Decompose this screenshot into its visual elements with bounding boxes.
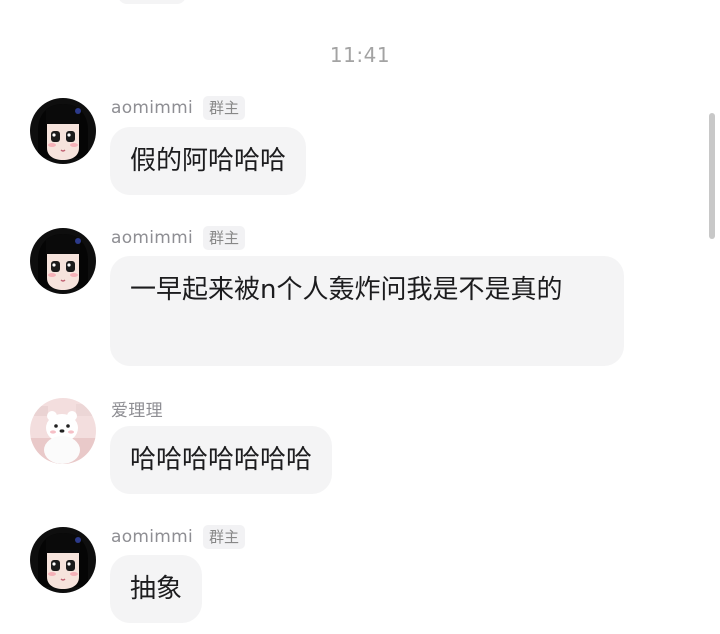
username[interactable]: 爱理理 xyxy=(111,396,163,421)
previous-message-bubble[interactable] xyxy=(118,0,186,4)
message-meta: aomimmi 群主 xyxy=(111,525,246,549)
girl-avatar-icon xyxy=(30,98,96,164)
girl-avatar[interactable] xyxy=(30,527,96,593)
scrollbar[interactable] xyxy=(709,113,715,239)
girl-avatar[interactable] xyxy=(30,228,96,294)
owner-badge: 群主 xyxy=(203,226,246,250)
white-bear-icon xyxy=(30,398,96,464)
time-divider: 11:41 xyxy=(329,43,391,67)
message-meta: aomimmi 群主 xyxy=(111,96,246,120)
girl-avatar-icon xyxy=(30,228,96,294)
girl-avatar[interactable] xyxy=(30,98,96,164)
owner-badge: 群主 xyxy=(203,96,246,120)
bear-avatar[interactable] xyxy=(30,398,96,464)
username[interactable]: aomimmi xyxy=(111,228,193,248)
message-meta: aomimmi 群主 xyxy=(111,226,246,250)
message-bubble[interactable]: 哈哈哈哈哈哈哈 xyxy=(110,426,333,494)
message-bubble[interactable]: 抽象 xyxy=(110,555,203,623)
girl-avatar-icon xyxy=(30,527,96,593)
message-meta: 爱理理 xyxy=(111,396,163,421)
owner-badge: 群主 xyxy=(203,525,246,549)
username[interactable]: aomimmi xyxy=(111,98,193,118)
message-bubble[interactable]: 假的阿哈哈哈 xyxy=(110,127,307,195)
username[interactable]: aomimmi xyxy=(111,527,193,547)
chat-screen: 11:41 aomimmi 群主 假的阿哈哈哈 aomimmi 群主 一早起来被… xyxy=(0,0,720,634)
message-bubble[interactable]: 一早起来被n个人轰炸问我是不是真的 xyxy=(110,256,624,366)
